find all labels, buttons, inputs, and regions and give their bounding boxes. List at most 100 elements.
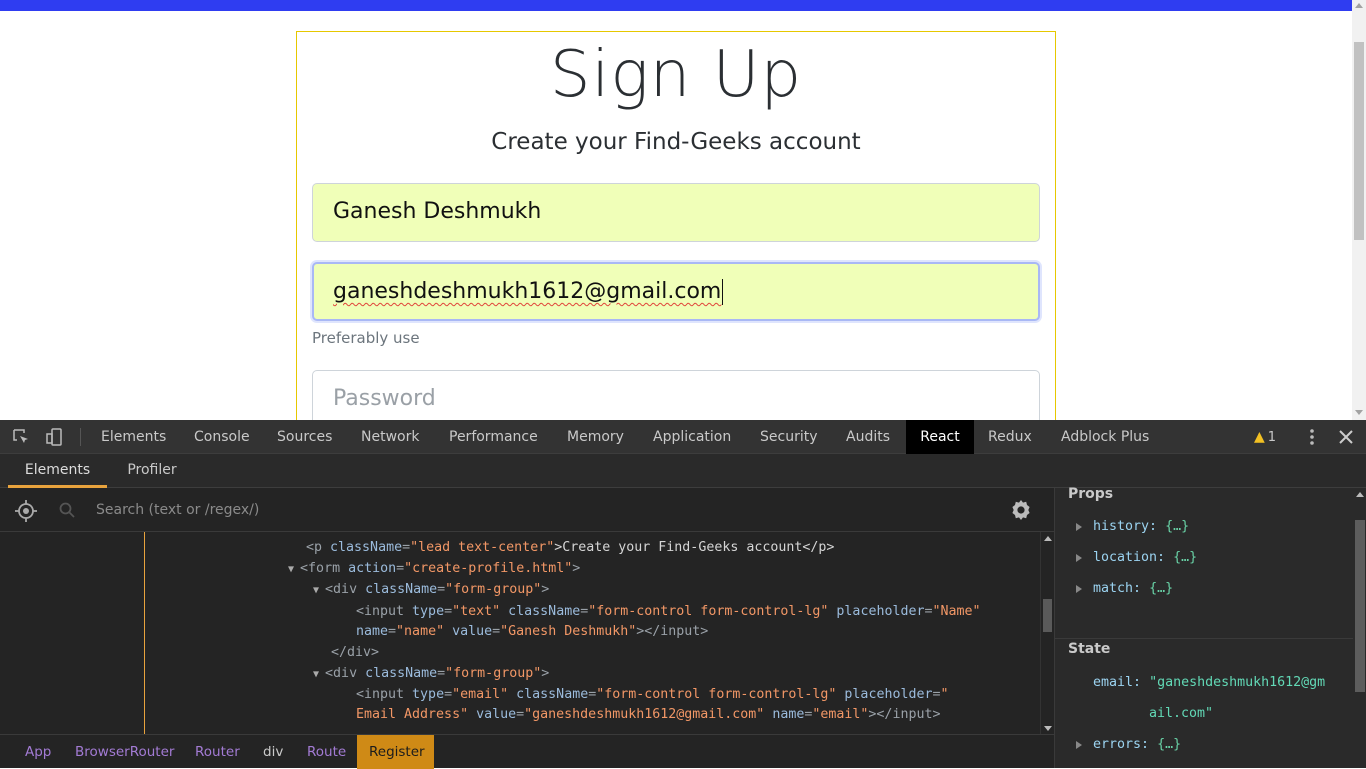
inspect-element-icon[interactable] <box>12 428 30 446</box>
tree-row-input-email-cont[interactable]: Email Address" value="ganeshdeshmukh1612… <box>356 705 940 725</box>
attr-name: name <box>772 707 805 722</box>
prop-history[interactable]: history: {…} <box>1093 517 1189 537</box>
attr-name: action <box>348 561 397 576</box>
toolbar-divider <box>80 428 81 446</box>
tree-indent-guide <box>144 532 145 734</box>
tab-application[interactable]: Application <box>641 420 743 454</box>
attr-name: value <box>452 624 493 639</box>
state-heading: State <box>1068 641 1111 657</box>
warnings-indicator[interactable]: ▲ 1 <box>1254 420 1276 454</box>
password-field[interactable]: Password <box>312 370 1040 420</box>
email-field-value: ganeshdeshmukh1612@gmail.com <box>333 279 722 304</box>
expand-arrow-icon[interactable]: ▼ <box>288 564 300 575</box>
search-icon <box>59 502 75 518</box>
tag-close: > <box>541 582 550 597</box>
tab-security[interactable]: Security <box>748 420 830 454</box>
section-divider <box>1055 638 1353 639</box>
tab-console[interactable]: Console <box>182 420 262 454</box>
state-value: ail.com" <box>1149 706 1214 721</box>
tab-memory[interactable]: Memory <box>555 420 636 454</box>
page-scrollbar[interactable] <box>1352 0 1366 420</box>
scroll-down-icon[interactable] <box>1355 410 1363 415</box>
tab-sources[interactable]: Sources <box>265 420 344 454</box>
tab-network[interactable]: Network <box>349 420 431 454</box>
email-hint: Preferably use <box>312 329 420 347</box>
page-title: Sign Up <box>549 38 803 112</box>
subtab-elements[interactable]: Elements <box>8 454 107 488</box>
tree-row-div[interactable]: ▼ <div className="form-group"> <box>313 580 549 601</box>
scrollbar-thumb[interactable] <box>1043 599 1052 632</box>
tab-redux[interactable]: Redux <box>976 420 1044 454</box>
expand-arrow-icon[interactable] <box>1076 585 1082 593</box>
tree-row-div2[interactable]: ▼ <div className="form-group"> <box>313 664 549 685</box>
select-component-icon[interactable] <box>14 499 38 523</box>
breadcrumb-browserrouter[interactable]: BrowserRouter <box>63 735 186 769</box>
scroll-down-icon[interactable] <box>1044 726 1052 731</box>
tab-elements[interactable]: Elements <box>89 420 178 454</box>
prop-key: location: <box>1093 550 1166 565</box>
tree-row-div-end[interactable]: </div> <box>331 643 379 663</box>
expand-arrow-icon[interactable]: ▼ <box>313 669 325 680</box>
password-placeholder: Password <box>333 386 436 411</box>
side-scrollbar[interactable] <box>1353 488 1366 768</box>
tab-react[interactable]: React <box>906 420 974 454</box>
tree-row-p[interactable]: <p className="lead text-center">Create y… <box>306 538 834 558</box>
scrollbar-thumb[interactable] <box>1354 42 1364 240</box>
breadcrumb-router[interactable]: Router <box>183 735 252 769</box>
tag-open: <p <box>306 540 331 555</box>
scroll-up-icon[interactable] <box>1356 492 1364 497</box>
attr-value: "name" <box>396 624 445 639</box>
scroll-up-icon[interactable] <box>1044 536 1052 541</box>
devtools-tabbar: Elements Console Sources Network Perform… <box>0 420 1366 454</box>
state-errors[interactable]: errors: {…} <box>1093 735 1181 755</box>
expand-arrow-icon[interactable] <box>1076 523 1082 531</box>
device-toolbar-icon[interactable] <box>46 428 64 446</box>
breadcrumb: App BrowserRouter Router div Route Regis… <box>0 734 1054 769</box>
expand-arrow-icon[interactable]: ▼ <box>313 585 325 596</box>
breadcrumb-route[interactable]: Route <box>295 735 358 769</box>
tab-audits[interactable]: Audits <box>834 420 902 454</box>
tag-close: ></input> <box>636 624 709 639</box>
tab-adblock-plus[interactable]: Adblock Plus <box>1049 420 1161 454</box>
more-options-icon[interactable] <box>1305 428 1319 446</box>
props-state-pane: Props history: {…} location: {…} match: … <box>1054 486 1366 768</box>
props-heading: Props <box>1068 486 1114 502</box>
scroll-up-icon[interactable] <box>1355 3 1363 8</box>
breadcrumb-app[interactable]: App <box>13 735 63 769</box>
devtools-panel: Elements Console Sources Network Perform… <box>0 420 1366 769</box>
state-email[interactable]: email: "ganeshdeshmukh1612@gm <box>1093 673 1325 693</box>
tree-scrollbar[interactable] <box>1040 532 1054 734</box>
expand-arrow-icon[interactable] <box>1076 554 1082 562</box>
attr-name: placeholder <box>836 604 925 619</box>
prop-location[interactable]: location: {…} <box>1093 548 1197 568</box>
tag-close: > <box>572 561 581 576</box>
tree-row-input-name[interactable]: <input type="text" className="form-contr… <box>356 602 981 622</box>
name-field[interactable]: Ganesh Deshmukh <box>312 183 1040 242</box>
search-row <box>0 488 1054 532</box>
attr-name: className <box>508 604 581 619</box>
tree-row-input-email[interactable]: <input type="email" className="form-cont… <box>356 685 949 705</box>
react-subtabs: Elements Profiler <box>0 454 1366 488</box>
tag-open: <input <box>356 687 413 702</box>
attr-name: name <box>356 624 389 639</box>
attr-value: "create-profile.html" <box>404 561 573 576</box>
expand-arrow-icon[interactable] <box>1076 741 1082 749</box>
subtab-profiler[interactable]: Profiler <box>112 454 192 488</box>
attr-name: value <box>476 707 517 722</box>
email-field[interactable]: ganeshdeshmukh1612@gmail.com <box>312 262 1040 321</box>
attr-value: "lead text-center" <box>410 540 555 555</box>
attr-name: className <box>365 582 438 597</box>
breadcrumb-register[interactable]: Register <box>357 735 434 769</box>
page-subtitle: Create your Find-Geeks account <box>491 129 861 155</box>
search-input[interactable] <box>84 496 964 524</box>
breadcrumb-div[interactable]: div <box>251 735 295 769</box>
tree-row-input-name-cont[interactable]: name="name" value="Ganesh Deshmukh"></in… <box>356 622 708 642</box>
attr-value: " <box>940 687 949 702</box>
close-icon[interactable] <box>1337 428 1355 446</box>
gear-icon[interactable] <box>1009 498 1033 522</box>
tab-performance[interactable]: Performance <box>437 420 550 454</box>
prop-match[interactable]: match: {…} <box>1093 579 1173 599</box>
tag-open: <input <box>356 604 413 619</box>
scrollbar-thumb[interactable] <box>1355 520 1365 692</box>
tree-row-form[interactable]: ▼ <form action="create-profile.html"> <box>288 559 580 580</box>
